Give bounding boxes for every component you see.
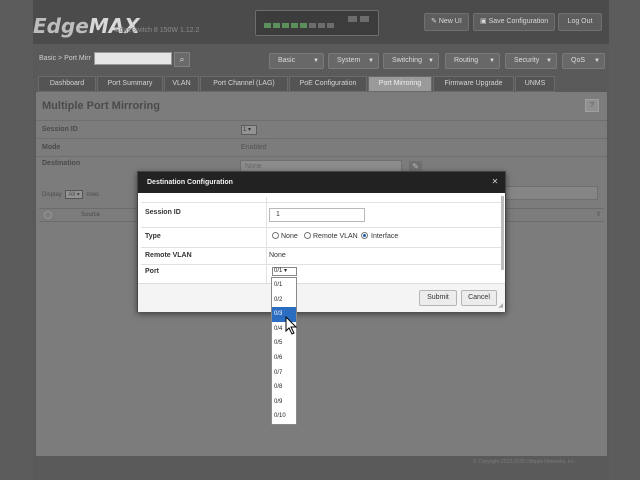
port-option[interactable]: 0/10 [272,409,296,424]
dialog-scrollbar[interactable] [501,196,504,270]
pencil-icon: ✎ [412,162,419,171]
dialog-remote-vlan-row: Remote VLAN None [141,247,501,265]
dialog-port-label: Port [145,268,159,275]
menu-security[interactable]: Security ▼ [505,53,557,69]
resize-grip-icon[interactable]: ◢ [498,302,503,309]
port-led [291,23,298,28]
mouse-pointer-icon [285,316,298,335]
new-ui-button[interactable]: ✎ New UI [424,13,469,31]
port-led [264,23,271,28]
tab-unms[interactable]: UNMS [515,76,555,92]
sort-icon[interactable]: ⇕ [596,211,601,218]
mode-value: Enabled [241,144,267,151]
caret-down-icon: ▼ [313,58,319,64]
page-title: Multiple Port Mirroring [42,100,160,112]
session-id-select[interactable]: 1 ▾ [241,125,257,135]
save-icon: ▣ [480,18,489,25]
tab-vlan[interactable]: VLAN [164,76,199,92]
port-option[interactable]: 0/5 [272,336,296,351]
tab-firmware-upgrade[interactable]: Firmware Upgrade [433,76,514,92]
port-led [273,23,280,28]
dialog-remote-vlan-value: None [269,252,286,259]
sfp-port [348,16,357,22]
type-remote-vlan-radio[interactable] [304,232,311,239]
port-dropdown-list: 0/1 0/2 0/3 0/4 0/5 0/6 0/7 0/8 0/9 0/10 [271,277,297,425]
port-led [300,23,307,28]
table-filter-input[interactable] [496,186,598,200]
menu-basic[interactable]: Basic ▼ [269,53,324,69]
type-none-label: None [281,233,298,240]
type-remote-vlan-label: Remote VLAN [313,233,358,240]
tab-port-channel[interactable]: Port Channel (LAG) [200,76,288,92]
caret-down-icon: ▼ [546,58,552,64]
edgemax-logo: EdgeMAX [33,14,140,38]
sfp-port [360,16,369,22]
logout-button[interactable]: Log Out [558,13,602,31]
chevron-down-icon: ▾ [284,268,288,274]
display-rows-control: Display All ▾ rows [42,190,99,199]
dialog-remote-vlan-label: Remote VLAN [145,252,192,259]
tab-port-summary[interactable]: Port Summary [97,76,163,92]
caret-down-icon: ▼ [428,58,434,64]
tab-port-mirroring[interactable]: Port Mirroring [368,76,432,92]
mode-row: Mode Enabled [36,138,607,156]
port-option[interactable]: 0/7 [272,366,296,381]
port-option[interactable]: 0/2 [272,293,296,308]
menu-system[interactable]: System ▼ [328,53,379,69]
pencil-icon: ✎ [431,18,439,25]
caret-down-icon: ▼ [489,58,495,64]
port-option[interactable]: 0/8 [272,380,296,395]
rows-label: rows [86,192,100,198]
type-interface-label: Interface [371,233,399,240]
dialog-port-row: Port [141,264,501,284]
port-led [327,23,334,28]
switch-ports-panel [255,10,379,36]
session-id-row: Session ID 1 ▾ [36,120,607,138]
port-led [309,23,316,28]
close-icon[interactable]: ✕ [490,177,500,187]
display-label: Display [42,192,62,198]
tab-poe-configuration[interactable]: PoE Configuration [289,76,367,92]
menu-qos[interactable]: QoS ▼ [562,53,605,69]
port-led [282,23,289,28]
port-select[interactable]: 0/1 ▾ [272,267,297,276]
port-option[interactable]: 0/1 [272,278,296,293]
type-none-radio[interactable] [272,232,279,239]
dialog-session-id-label: Session ID [145,209,181,216]
dialog-type-label: Type [145,233,161,240]
save-configuration-button[interactable]: ▣ Save Configuration [473,13,556,31]
select-all-checkbox[interactable] [44,211,52,219]
caret-down-icon: ▼ [368,58,374,64]
breadcrumb: Basic > Port Mirr [39,55,91,62]
session-id-label: Session ID [42,126,78,133]
cancel-button[interactable]: Cancel [461,290,497,306]
caret-down-icon: ▼ [594,58,600,64]
mode-label: Mode [42,144,61,151]
port-option[interactable]: 0/9 [272,395,296,410]
session-id-input[interactable]: 1 [269,208,365,222]
source-column-header[interactable]: Source [81,212,100,218]
destination-label: Destination [42,160,81,167]
copyright: © Copyright 2013-2025 Ubiquiti Networks,… [473,459,576,465]
display-rows-select[interactable]: All ▾ [65,190,83,199]
port-option[interactable]: 0/6 [272,351,296,366]
device-name: EdgeSwitch 8 150W 1.12.2 [115,27,200,34]
menu-switching[interactable]: Switching ▼ [383,53,439,69]
submit-button[interactable]: Submit [419,290,457,306]
port-led [318,23,325,28]
header-bar: EdgeMAX EdgeSwitch 8 150W 1.12.2 ✎ New U… [33,0,609,44]
tab-bar: Dashboard Port Summary VLAN Port Channel… [33,76,609,92]
dialog-title: Destination Configuration [138,172,505,193]
tab-dashboard[interactable]: Dashboard [38,76,96,92]
destination-configuration-dialog: Destination Configuration ✕ Session ID 1… [137,171,506,312]
search-icon[interactable]: ⌕ [174,52,190,67]
help-button[interactable]: ? [585,99,599,112]
type-interface-radio[interactable] [361,232,368,239]
menu-routing[interactable]: Routing ▼ [445,53,500,69]
nav-search-input[interactable] [94,52,172,65]
